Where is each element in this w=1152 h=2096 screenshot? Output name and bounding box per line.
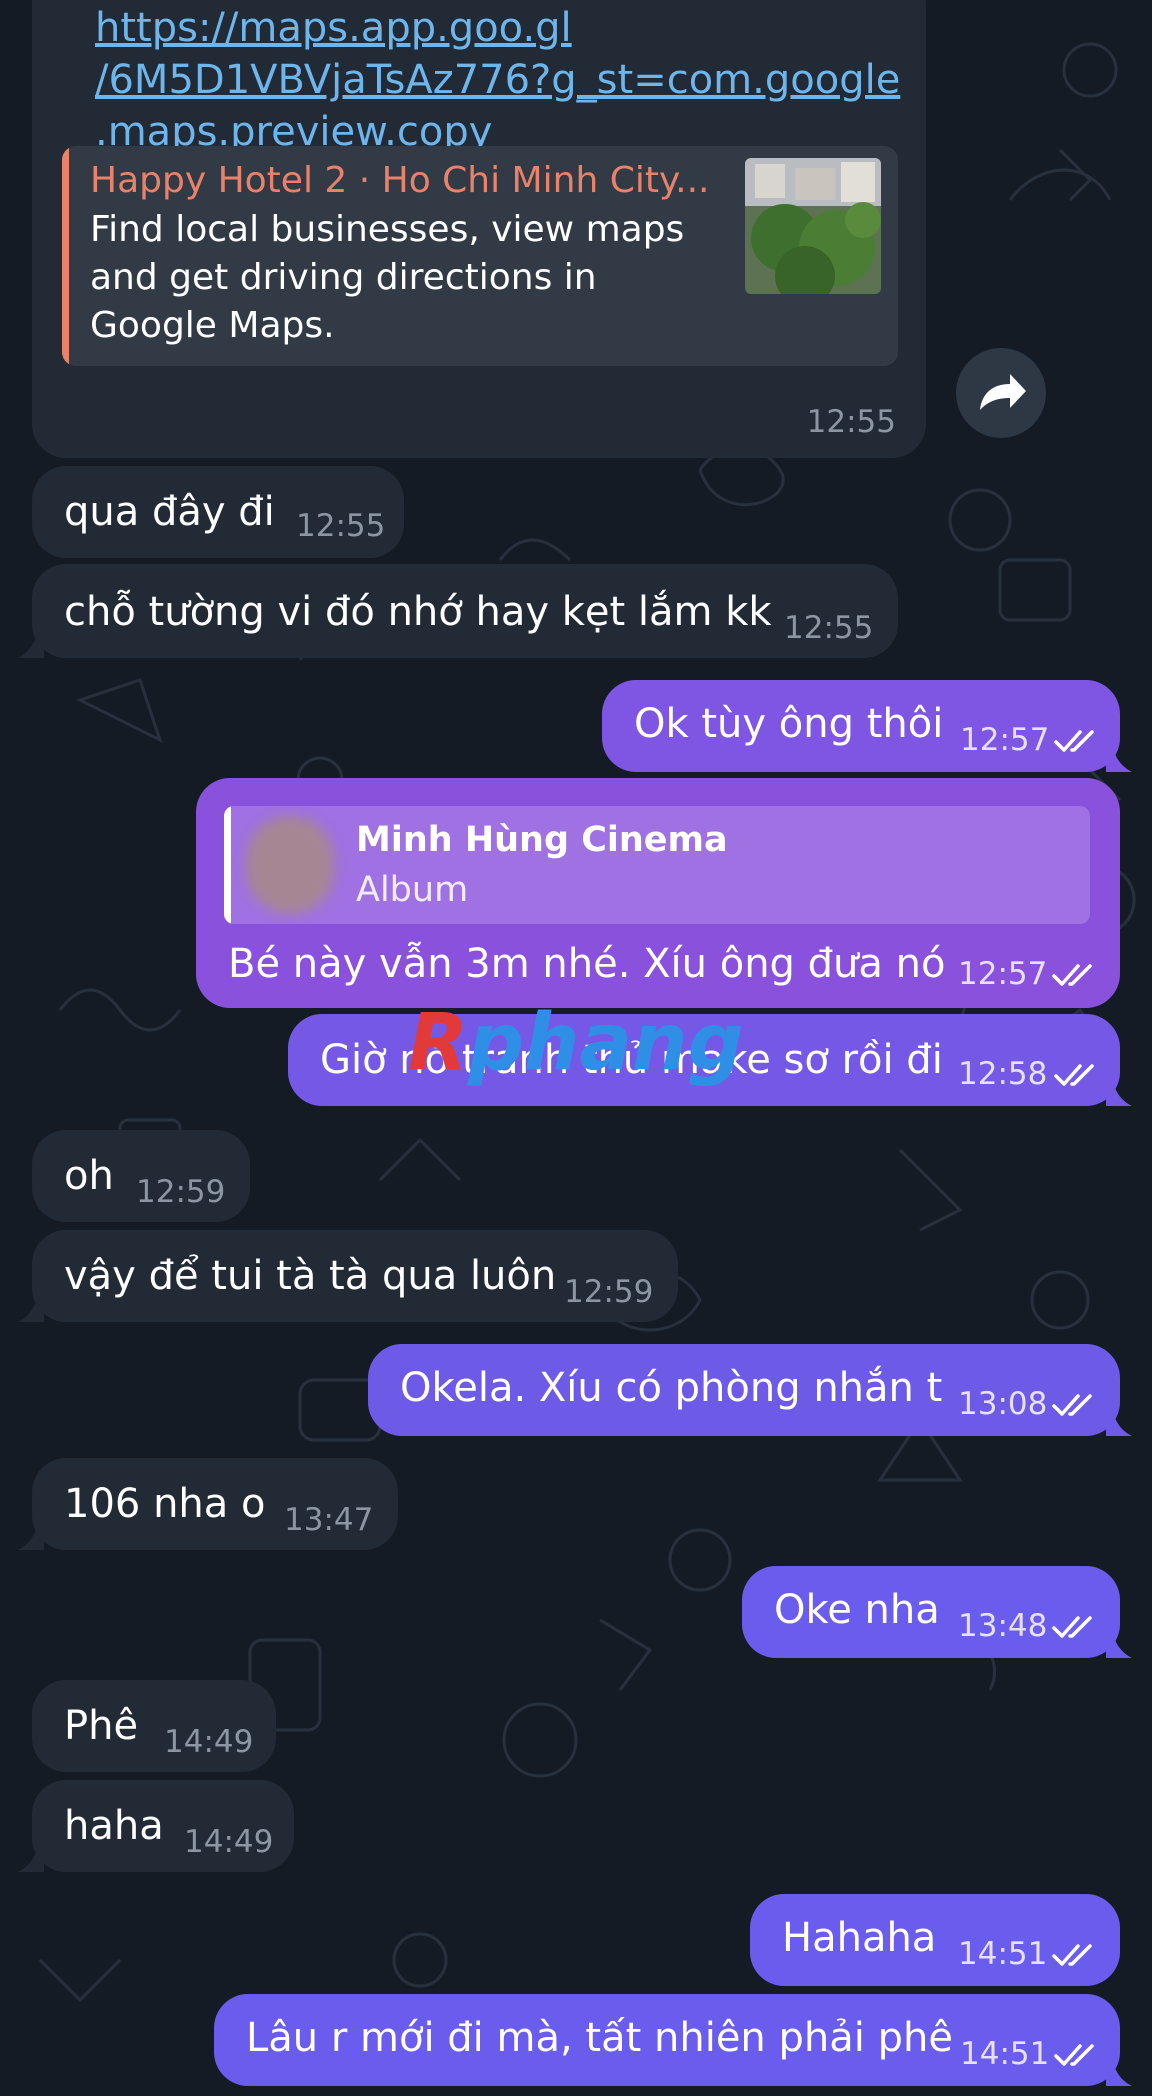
message-time: 12:55 — [806, 404, 896, 440]
message-time: 12:57 — [960, 722, 1050, 758]
message-text: haha — [64, 1803, 164, 1849]
message-time: 13:08 — [958, 1386, 1048, 1422]
message-time: 14:49 — [164, 1724, 254, 1760]
message-incoming[interactable]: haha 14:49 — [18, 1780, 294, 1872]
message-incoming[interactable]: vậy để tui tà tà qua luôn 12:59 — [18, 1230, 678, 1322]
message-text: Hahaha — [782, 1915, 937, 1961]
share-arrow-icon — [980, 374, 1026, 410]
message-outgoing[interactable]: Oke nha 13:48 — [742, 1566, 1132, 1658]
reply-avatar-blurred — [246, 816, 334, 914]
message-time: 12:59 — [564, 1274, 654, 1310]
message-text: vậy để tui tà tà qua luôn — [64, 1253, 557, 1299]
message-time: 13:48 — [958, 1608, 1048, 1644]
message-text: Bé này vẫn 3m nhé. Xíu ông đưa nó — [228, 941, 946, 987]
link-preview-card[interactable]: Happy Hotel 2 · Ho Chi Minh City... Find… — [62, 146, 898, 366]
message-time: 12:55 — [296, 508, 386, 544]
message-text: Lâu r mới đi mà, tất nhiên phải phê — [246, 2015, 953, 2061]
message-outgoing[interactable]: Lâu r mới đi mà, tất nhiên phải phê 14:5… — [214, 1994, 1132, 2086]
bubble-tail — [1106, 2056, 1132, 2086]
preview-description: Find local businesses, view maps and get… — [90, 209, 685, 346]
message-time: 12:58 — [958, 1056, 1048, 1092]
double-check-icon — [1052, 1616, 1092, 1638]
message-outgoing[interactable]: Okela. Xíu có phòng nhắn t 13:08 — [368, 1344, 1132, 1436]
message-incoming[interactable]: 106 nha o 13:47 — [18, 1458, 398, 1550]
watermark-logo: Rphang — [408, 998, 744, 1088]
message-time: 14:49 — [184, 1824, 274, 1860]
message-text: Phê — [64, 1703, 139, 1749]
link-line-2[interactable]: /6M5D1VBVjaTsAz776?g_st=com.google — [95, 54, 900, 106]
share-button[interactable] — [956, 348, 1046, 438]
double-check-icon — [1054, 730, 1094, 752]
message-text: chỗ tường vi đó nhớ hay kẹt lắm kk — [64, 589, 772, 635]
message-time: 14:51 — [960, 2036, 1050, 2072]
preview-thumbnail — [745, 158, 881, 294]
message-outgoing[interactable]: Ok tùy ông thôi 12:57 — [602, 680, 1132, 772]
message-outgoing-reply[interactable]: Minh Hùng Cinema Album Bé này vẫn 3m nhé… — [196, 778, 1120, 1008]
double-check-icon — [1052, 964, 1092, 986]
bubble-tail — [1106, 1076, 1132, 1106]
link-line-1[interactable]: https://maps.app.goo.gl — [95, 2, 572, 54]
message-time: 13:47 — [284, 1502, 374, 1538]
double-check-icon — [1054, 1064, 1094, 1086]
double-check-icon — [1052, 1394, 1092, 1416]
bubble-tail — [1106, 1406, 1132, 1436]
reply-quote[interactable]: Minh Hùng Cinema Album — [224, 806, 1090, 924]
message-incoming[interactable]: qua đây đi 12:55 — [32, 466, 404, 558]
bubble-tail — [18, 1520, 44, 1550]
message-text: 106 nha o — [64, 1481, 266, 1527]
preview-accent-bar — [62, 146, 69, 366]
reply-sender-name: Minh Hùng Cinema — [356, 820, 728, 860]
message-outgoing[interactable]: Hahaha 14:51 — [750, 1894, 1120, 1986]
message-text: Okela. Xíu có phòng nhắn t — [400, 1365, 943, 1411]
bubble-tail — [18, 628, 44, 658]
message-time: 12:59 — [136, 1174, 226, 1210]
message-text: Oke nha — [774, 1587, 940, 1633]
message-incoming[interactable]: oh 12:59 — [32, 1130, 250, 1222]
message-time: 14:51 — [958, 1936, 1048, 1972]
bubble-tail — [1106, 1628, 1132, 1658]
bubble-tail — [18, 1292, 44, 1322]
message-text: qua đây đi — [64, 489, 275, 535]
message-link-preview[interactable]: https://maps.app.goo.gl /6M5D1VBVjaTsAz7… — [32, 0, 926, 458]
message-time: 12:57 — [958, 956, 1048, 992]
bubble-tail — [1106, 742, 1132, 772]
bubble-tail — [18, 1842, 44, 1872]
reply-subtitle: Album — [356, 870, 469, 910]
preview-title: Happy Hotel 2 · Ho Chi Minh City... — [90, 160, 710, 201]
double-check-icon — [1054, 2044, 1094, 2066]
reply-accent-bar — [224, 806, 231, 924]
message-text: oh — [64, 1153, 114, 1199]
double-check-icon — [1052, 1944, 1092, 1966]
message-time: 12:55 — [784, 610, 874, 646]
message-incoming[interactable]: chỗ tường vi đó nhớ hay kẹt lắm kk 12:55 — [18, 564, 898, 658]
message-incoming[interactable]: Phê 14:49 — [32, 1680, 276, 1772]
message-text: Ok tùy ông thôi — [634, 701, 944, 747]
